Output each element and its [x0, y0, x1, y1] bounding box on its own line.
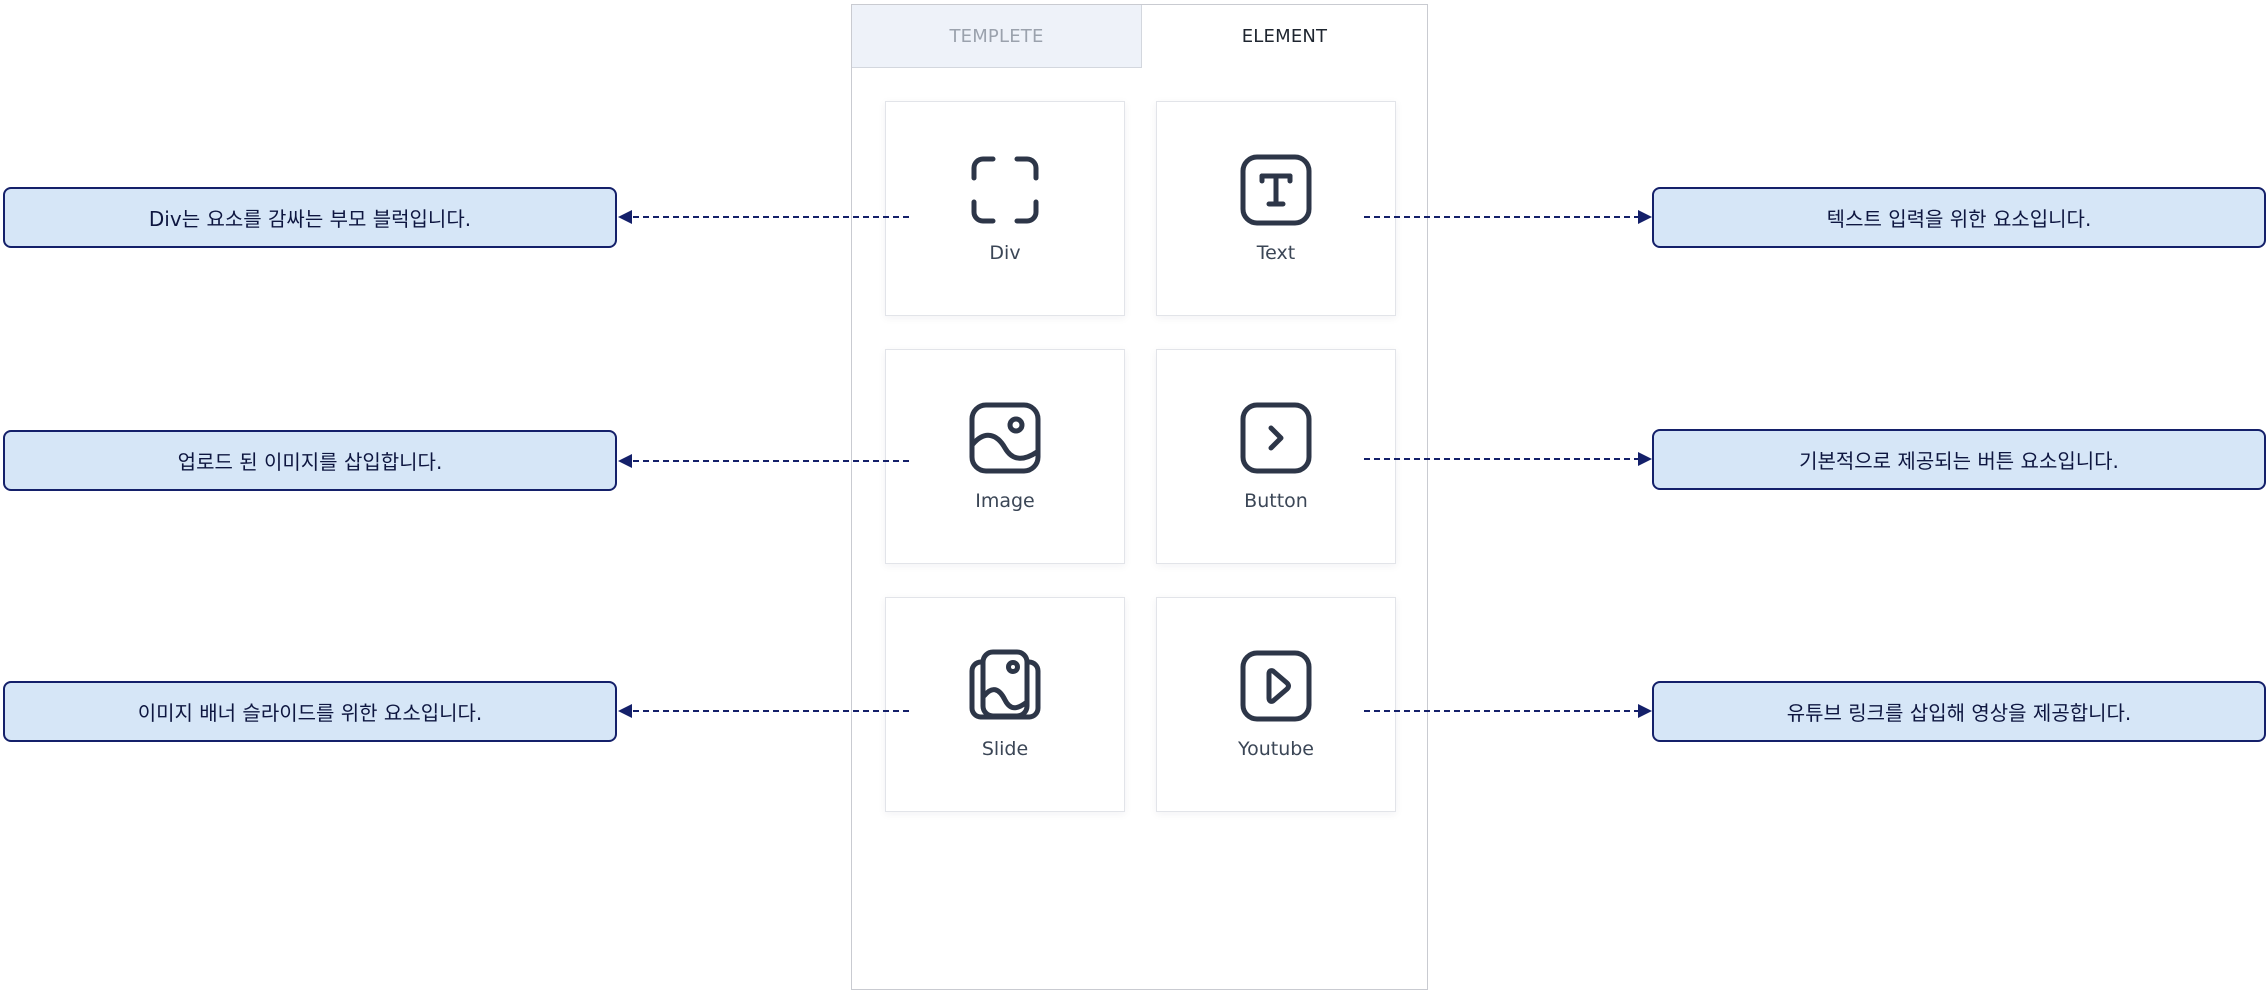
callout-div: Div는 요소를 감싸는 부모 블럭입니다. — [3, 187, 617, 248]
element-label-div: Div — [989, 242, 1021, 264]
tab-element[interactable]: ELEMENT — [1142, 5, 1427, 68]
arrowhead-text — [1638, 210, 1652, 224]
youtube-play-icon — [1238, 648, 1314, 724]
element-card-button[interactable]: Button — [1156, 349, 1396, 564]
element-panel: TEMPLETE ELEMENT Div Text Image Button S… — [851, 4, 1428, 990]
element-card-text[interactable]: Text — [1156, 101, 1396, 316]
element-card-slide[interactable]: Slide — [885, 597, 1125, 812]
element-card-div[interactable]: Div — [885, 101, 1125, 316]
div-frame-icon — [967, 152, 1043, 228]
arrowhead-slide — [618, 704, 632, 718]
element-label-slide: Slide — [981, 738, 1029, 760]
callout-button: 기본적으로 제공되는 버튼 요소입니다. — [1652, 429, 2266, 490]
element-label-text: Text — [1256, 242, 1296, 264]
arrowhead-youtube — [1638, 704, 1652, 718]
element-label-image: Image — [975, 490, 1035, 512]
image-icon — [967, 400, 1043, 476]
element-label-button: Button — [1244, 490, 1308, 512]
callout-youtube: 유튜브 링크를 삽입해 영상을 제공합니다. — [1652, 681, 2266, 742]
element-card-image[interactable]: Image — [885, 349, 1125, 564]
element-card-youtube[interactable]: Youtube — [1156, 597, 1396, 812]
button-chevron-icon — [1238, 400, 1314, 476]
callout-image: 업로드 된 이미지를 삽입합니다. — [3, 430, 617, 491]
arrowhead-div — [618, 210, 632, 224]
callout-slide: 이미지 배너 슬라이드를 위한 요소입니다. — [3, 681, 617, 742]
arrowhead-image — [618, 454, 632, 468]
arrowhead-button — [1638, 452, 1652, 466]
text-t-icon — [1238, 152, 1314, 228]
slide-images-icon — [967, 648, 1043, 724]
element-label-youtube: Youtube — [1238, 738, 1314, 760]
tab-templete[interactable]: TEMPLETE — [852, 5, 1142, 68]
callout-text: 텍스트 입력을 위한 요소입니다. — [1652, 187, 2266, 248]
